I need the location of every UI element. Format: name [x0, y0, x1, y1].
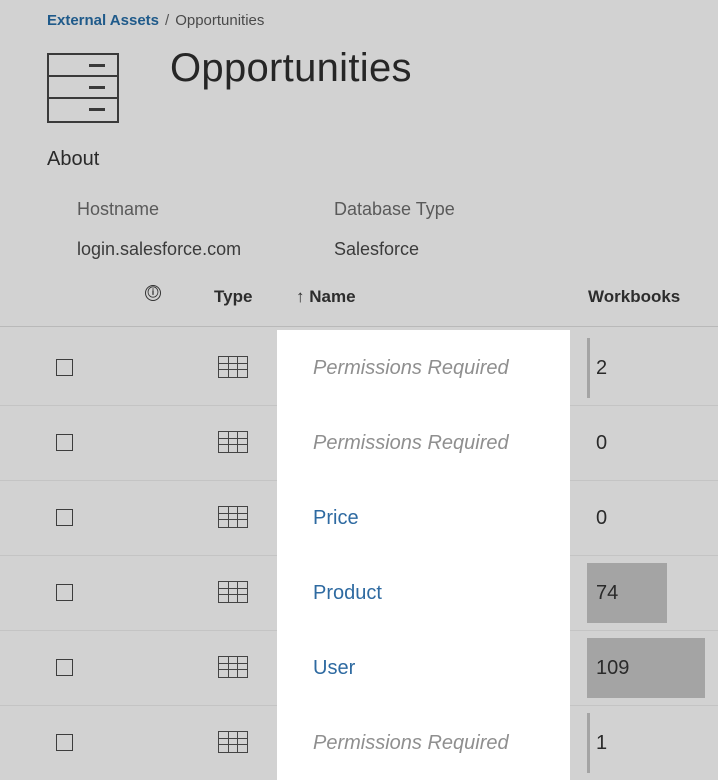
hostname-label: Hostname — [77, 199, 160, 219]
permissions-required-text: Permissions Required — [313, 432, 509, 454]
page-title: Opportunities — [170, 46, 412, 90]
table-name-link-user[interactable]: User — [313, 657, 355, 680]
workbooks-count: 1 — [596, 732, 608, 754]
permissions-required-text: Permissions Required — [313, 732, 509, 754]
table-row[interactable]: Permissions Required 1 — [0, 705, 718, 780]
row-checkbox[interactable] — [56, 509, 73, 526]
workbooks-count: 2 — [596, 357, 608, 379]
table-icon — [218, 731, 248, 753]
table-icon — [218, 506, 248, 528]
row-checkbox[interactable] — [56, 434, 73, 451]
workbooks-bar — [587, 713, 590, 773]
breadcrumb-external-assets-link[interactable]: External Assets — [47, 12, 159, 29]
workbooks-count: 0 — [596, 507, 608, 529]
workbooks-count: 74 — [596, 582, 619, 604]
hostname-value: login.salesforce.com — [77, 239, 242, 259]
column-header-name-label: Name — [309, 287, 356, 306]
row-checkbox[interactable] — [56, 584, 73, 601]
row-checkbox[interactable] — [56, 359, 73, 376]
row-checkbox[interactable] — [56, 659, 73, 676]
name-cell: Permissions Required — [277, 705, 570, 780]
name-cell: Price — [277, 480, 570, 555]
name-cell: Permissions Required — [277, 330, 570, 405]
name-cell: Product — [277, 555, 570, 630]
permissions-required-text: Permissions Required — [313, 357, 509, 379]
table-name-link-price[interactable]: Price — [313, 507, 359, 530]
row-checkbox[interactable] — [56, 734, 73, 751]
column-header-name[interactable]: ↑ Name — [296, 287, 356, 307]
name-cell: Permissions Required — [277, 405, 570, 480]
breadcrumb: External Assets / Opportunities — [47, 12, 264, 29]
name-cell: User — [277, 630, 570, 705]
database-icon — [47, 53, 119, 123]
info-icon[interactable]: ⓘ — [145, 285, 161, 301]
table-icon — [218, 656, 248, 678]
breadcrumb-current: Opportunities — [175, 12, 265, 29]
table-icon — [218, 581, 248, 603]
table-row[interactable]: Price 0 — [0, 480, 718, 555]
table-row[interactable]: Permissions Required 2 — [0, 330, 718, 405]
database-type-value: Salesforce — [334, 239, 420, 259]
column-header-workbooks[interactable]: Workbooks — [588, 287, 680, 307]
about-heading: About — [47, 148, 100, 170]
table-header-divider — [0, 326, 718, 327]
workbooks-count: 109 — [596, 657, 630, 679]
database-type-label: Database Type — [334, 199, 455, 219]
sort-ascending-icon: ↑ — [296, 287, 305, 306]
workbooks-bar — [587, 338, 590, 398]
table-icon — [218, 431, 248, 453]
workbooks-count: 0 — [596, 432, 608, 454]
table-icon — [218, 356, 248, 378]
table-row[interactable]: User 109 — [0, 630, 718, 705]
breadcrumb-separator: / — [165, 12, 170, 29]
column-header-type[interactable]: Type — [214, 287, 252, 307]
table-row[interactable]: Permissions Required 0 — [0, 405, 718, 480]
table-name-link-product[interactable]: Product — [313, 582, 382, 605]
table-row[interactable]: Product 74 — [0, 555, 718, 630]
